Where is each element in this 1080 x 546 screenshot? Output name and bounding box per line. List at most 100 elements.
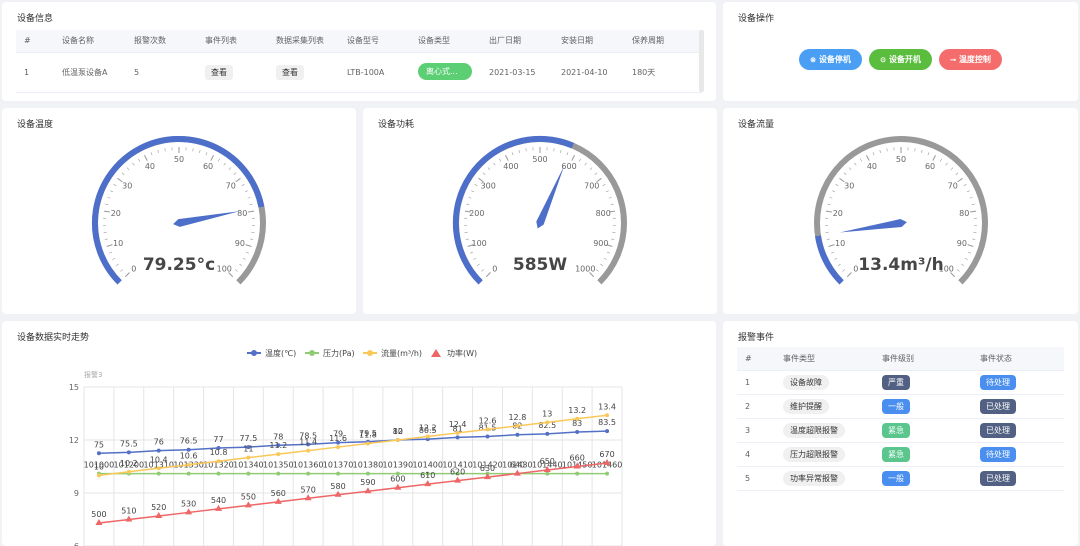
data-point	[425, 434, 430, 439]
alarm-level: 严重	[874, 370, 972, 395]
alarm-header-row: # 事件类型 事件级别 事件状态	[737, 347, 1064, 371]
gauge-value: 585W	[513, 255, 567, 275]
table-scrollbar[interactable]	[699, 30, 704, 92]
gauge-tick	[471, 190, 475, 193]
gauge-tick-label: 60	[203, 162, 213, 171]
gauge-tick-label: 40	[867, 162, 877, 171]
gauge-tick	[611, 238, 615, 240]
gauge-tick	[826, 238, 830, 240]
cell-install-date: 2021-04-10	[553, 52, 624, 93]
gauge-tick	[124, 272, 130, 278]
data-label: 550	[241, 492, 256, 501]
gauge-tick	[112, 257, 116, 260]
data-label: 670	[599, 450, 614, 459]
gauge-tick	[248, 210, 255, 213]
device-ops-title: 设备操作	[738, 14, 775, 24]
gauge-tick	[505, 155, 509, 161]
alarm-col-level: 事件级别	[874, 347, 972, 371]
data-label: 590	[360, 478, 375, 487]
data-point	[575, 471, 580, 476]
data-label: 650	[540, 457, 555, 466]
gauge-tick	[104, 238, 108, 240]
data-label: 510	[121, 507, 136, 516]
alarm-level-badge: 紧急	[882, 446, 910, 462]
data-label: 12	[393, 427, 403, 436]
data-label: 630	[480, 464, 495, 473]
view-events-button[interactable]: 查看	[205, 64, 233, 80]
alarm-status: 待处理	[972, 442, 1064, 467]
view-data-button[interactable]: 查看	[276, 64, 304, 80]
gauge-tick	[553, 148, 555, 152]
alarm-index: 1	[737, 370, 775, 395]
gauge-tick	[465, 238, 469, 240]
data-label: 77.5	[239, 434, 257, 443]
data-label: 600	[390, 475, 405, 484]
gauge-tick	[245, 251, 249, 254]
gauge-tick	[827, 203, 831, 206]
gauge-tick-label: 700	[584, 181, 599, 190]
data-label: 101340	[233, 461, 264, 470]
gauge-tick-label: 10	[835, 239, 845, 248]
gauge-tick	[474, 184, 478, 187]
gauge-tick	[927, 152, 930, 156]
data-point	[246, 455, 251, 460]
legend-label: 功率(W)	[447, 348, 477, 358]
data-label: 540	[211, 496, 226, 505]
alarm-type: 维护提醒	[775, 394, 874, 419]
gauge-tick	[566, 152, 569, 156]
device-info-card: 设备信息 # 设备名称 报警次数 事件列表 数据采集列表 设备型号 设备类型 出…	[2, 2, 716, 101]
device-info-title: 设备信息	[17, 14, 54, 24]
gauge-tick	[242, 257, 246, 260]
data-label: 101350	[263, 461, 294, 470]
table-row: 5 功率异常报警 一般 已处理	[737, 466, 1064, 491]
gauge-pointer	[839, 219, 907, 233]
gauge-tick	[223, 162, 226, 166]
data-point	[306, 448, 311, 453]
stop-device-button[interactable]: ⊗ 设备停机	[799, 49, 862, 70]
data-label: 101400	[412, 461, 443, 470]
alarm-level: 紧急	[874, 418, 972, 443]
data-point	[365, 441, 370, 446]
alarm-type-tag: 功率异常报警	[783, 470, 845, 486]
start-device-button[interactable]: ⊙ 设备开机	[869, 49, 932, 70]
col-index: #	[16, 30, 54, 53]
gauge-tick	[105, 203, 109, 206]
gauge-tick	[589, 167, 593, 170]
gauge-tick	[121, 172, 125, 175]
data-label: 101390	[383, 461, 414, 470]
gauge-tick-label: 30	[122, 181, 132, 190]
flow-gauge-card: 设备流量 0 10 20 30 40 50 60 70 80 90 100 13.4m³/h	[723, 108, 1078, 314]
gauge-tick	[109, 251, 113, 254]
cell-data-list: 查看	[268, 52, 339, 93]
gauge-tick	[966, 190, 970, 193]
data-label: 13	[542, 409, 552, 418]
gauge-tick	[602, 184, 606, 187]
alarm-events-card: 报警事件 # 事件类型 事件级别 事件状态 1 设备故障 严重 待处理 2 维护提醒 一般已…	[723, 321, 1078, 546]
gauge-tick	[950, 167, 954, 170]
data-point	[455, 430, 460, 435]
alarm-status: 已处理	[972, 418, 1064, 443]
cell-events: 查看	[197, 52, 268, 93]
gauge-tick	[115, 263, 119, 266]
cell-name: 低温泵设备A	[54, 52, 126, 93]
gauge-tick	[157, 149, 159, 153]
gauge-tick	[144, 155, 148, 161]
alarm-level-badge: 一般	[882, 470, 910, 486]
data-label: 620	[450, 468, 465, 477]
gauge-tick	[249, 203, 253, 206]
gauge-tick-label: 100	[217, 264, 232, 273]
data-label: 570	[301, 485, 316, 494]
y-tick-label: 9	[74, 489, 79, 498]
col-model: 设备型号	[339, 30, 410, 53]
flow-gauge: 010203040506070809010013.4m³/h	[814, 136, 988, 285]
data-point	[485, 434, 490, 439]
gauge-tick	[233, 172, 237, 175]
data-point	[156, 471, 161, 476]
gauge-tick	[511, 152, 514, 156]
start-icon: ⊙	[880, 56, 886, 64]
alarm-status: 待处理	[972, 370, 1064, 395]
table-row: 3 温度超限报警 紧急 已处理	[737, 418, 1064, 443]
alarm-index: 4	[737, 442, 775, 467]
device-info-table: # 设备名称 报警次数 事件列表 数据采集列表 设备型号 设备类型 出厂日期 安…	[16, 30, 702, 93]
temp-control-button[interactable]: ⊸ 温度控制	[939, 49, 1002, 70]
